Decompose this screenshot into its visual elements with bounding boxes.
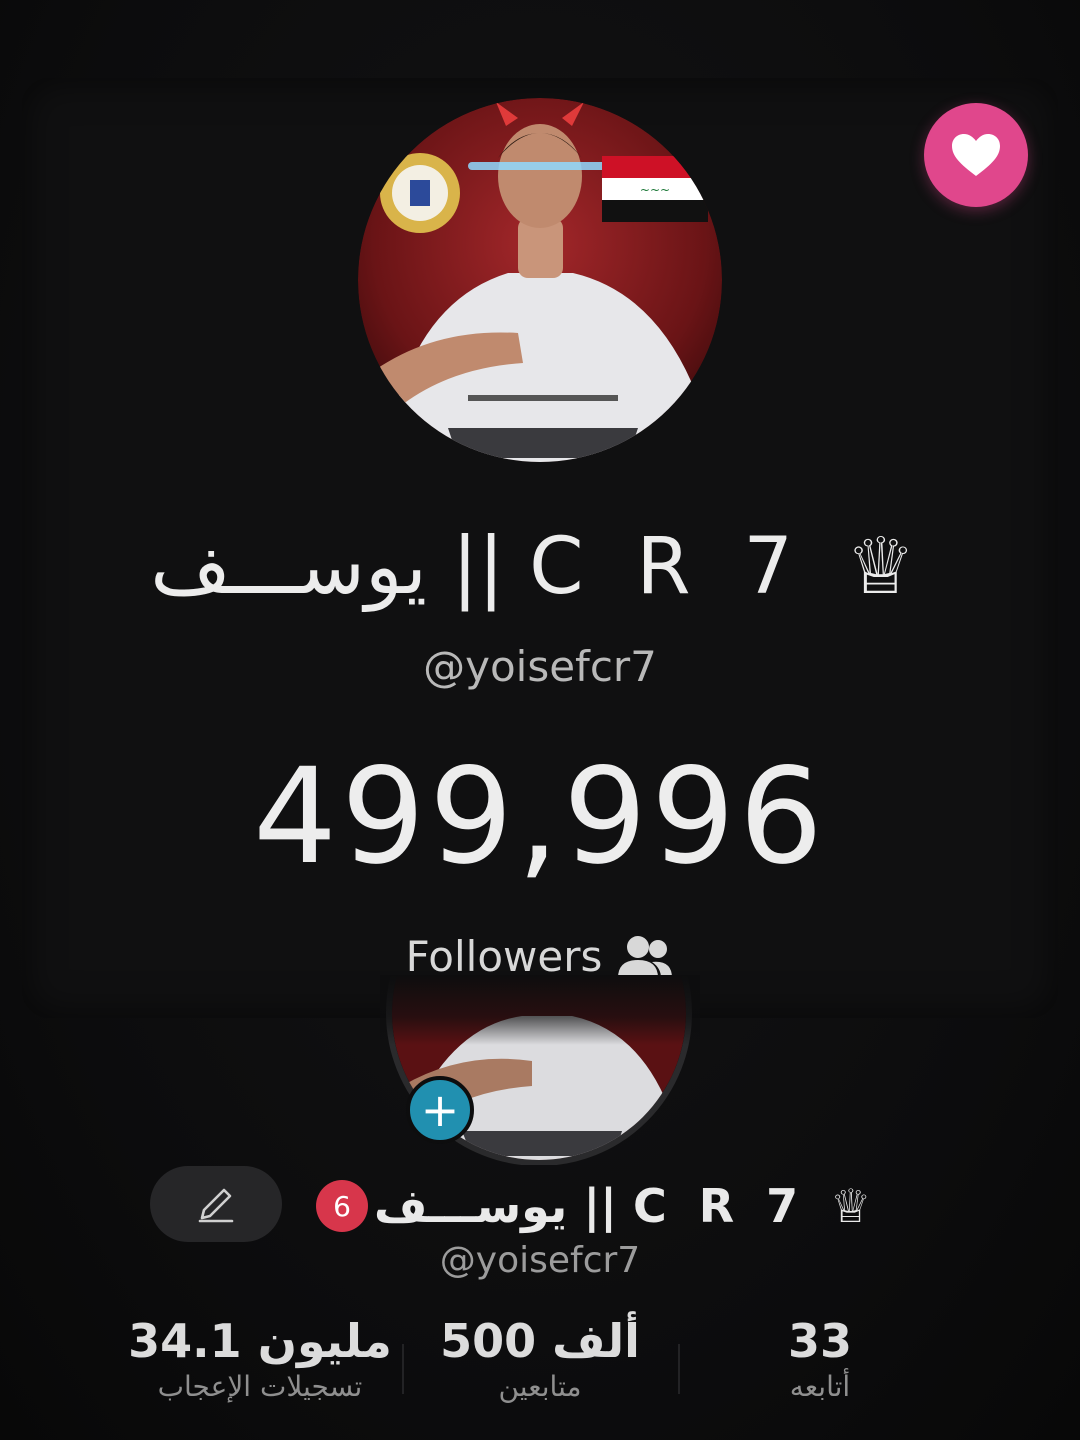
- stat-followers-label: متابعين: [498, 1370, 582, 1403]
- avatar-fade-overlay: [380, 975, 700, 1045]
- profile-stats: 34.1 مليون تسجيلات الإعجاب 500 ألف متابع…: [120, 1314, 960, 1424]
- level-badge: 6: [316, 1180, 368, 1232]
- users-icon: [618, 935, 673, 978]
- stat-following-label: أتابعه: [789, 1370, 851, 1403]
- pencil-icon: [198, 1188, 234, 1223]
- display-name-large: يوســـف || C R 7 ♕: [150, 522, 930, 612]
- stat-divider: [678, 1344, 680, 1394]
- stat-likes-label: تسجيلات الإعجاب: [157, 1370, 363, 1403]
- edit-profile-button[interactable]: [150, 1166, 282, 1242]
- stat-likes-value: 34.1 مليون: [128, 1314, 392, 1368]
- svg-text:~~~: ~~~: [640, 183, 670, 197]
- screen: ~~~ يوســـف || C R 7 ♕ @yoisefcr7 499,99…: [0, 0, 1080, 1440]
- profile-name: يوســـف || C R 7 ♕: [374, 1179, 880, 1233]
- stat-following-value: 33: [787, 1314, 852, 1368]
- username: @yoisefcr7: [439, 1240, 641, 1281]
- stat-followers-value: 500 ألف: [440, 1314, 640, 1368]
- add-story-button[interactable]: +: [406, 1076, 474, 1144]
- username-large: @yoisefcr7: [423, 642, 657, 691]
- profile-avatar-large: ~~~: [358, 98, 722, 462]
- stat-divider: [402, 1344, 404, 1394]
- stat-following[interactable]: 33 أتابعه: [720, 1314, 920, 1403]
- followers-caption: Followers: [0, 932, 1080, 981]
- followers-caption-text: Followers: [405, 932, 603, 981]
- stat-likes[interactable]: 34.1 مليون تسجيلات الإعجاب: [120, 1314, 400, 1403]
- like-button[interactable]: [924, 103, 1028, 207]
- follower-count-display: 499,996: [253, 740, 827, 894]
- heart-icon: [952, 134, 1000, 176]
- plus-icon: +: [420, 1083, 460, 1137]
- profile-name-row: 6 يوســـف || C R 7 ♕: [316, 1176, 879, 1236]
- stat-followers[interactable]: 500 ألف متابعين: [420, 1314, 660, 1403]
